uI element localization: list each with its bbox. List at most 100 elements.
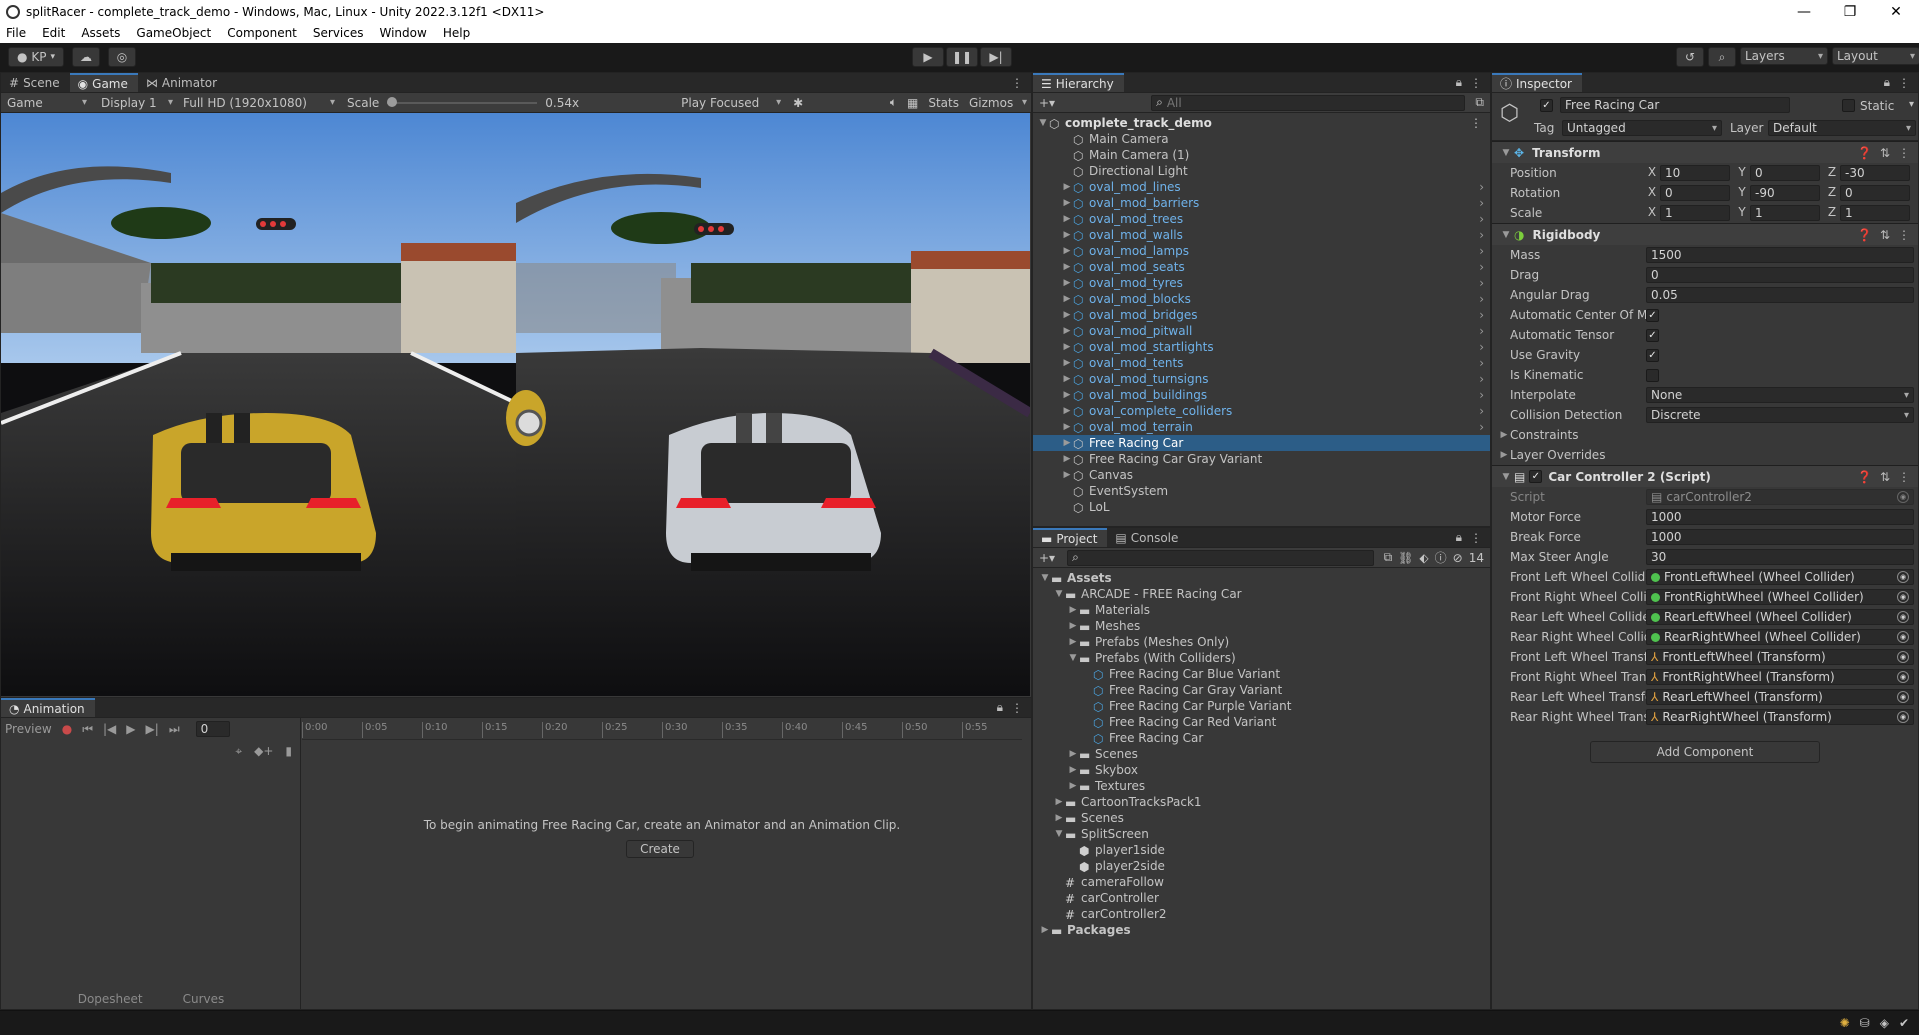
game-viewport[interactable] xyxy=(1,113,1030,696)
fold-closed-icon[interactable]: ▶ xyxy=(1061,374,1073,384)
resolution-dropdown[interactable]: Full HD (1920x1080) xyxy=(179,94,339,112)
fold-closed-icon[interactable]: ▶ xyxy=(1061,358,1073,368)
wheel-object-field[interactable]: RearRightWheel (Wheel Collider) ◉ xyxy=(1646,629,1914,645)
preset-icon[interactable]: ⇅ xyxy=(1880,470,1890,484)
display-dropdown[interactable]: Display 1 xyxy=(97,94,177,112)
record-icon[interactable]: ● xyxy=(62,722,72,736)
add-component-button[interactable]: Add Component xyxy=(1590,741,1820,763)
fold-closed-icon[interactable]: ▶ xyxy=(1061,390,1073,400)
fold-closed-icon[interactable]: ▶ xyxy=(1061,326,1073,336)
project-item[interactable]: # carController2 xyxy=(1033,906,1490,922)
hierarchy-item[interactable]: ▶ ⬡ oval_mod_tents › xyxy=(1033,355,1490,371)
project-item[interactable]: ▼ ▬ Assets xyxy=(1033,570,1490,586)
auto-tensor-checkbox[interactable]: ✓ xyxy=(1646,328,1659,342)
project-item[interactable]: ▼ ▬ ARCADE - FREE Racing Car xyxy=(1033,586,1490,602)
hierarchy-item[interactable]: ⬡ Directional Light xyxy=(1033,163,1490,179)
wheel-object-field[interactable]: ⅄ FrontLeftWheel (Transform) ◉ xyxy=(1646,649,1914,665)
layers-dropdown[interactable]: Layers xyxy=(1740,47,1828,65)
add-icon[interactable]: +▾ xyxy=(1039,551,1055,565)
scene-row[interactable]: ▼ ⬡ complete_track_demo ⋮ xyxy=(1033,115,1490,131)
chevron-right-icon[interactable]: › xyxy=(1479,372,1484,386)
scale-x-input[interactable]: 1 xyxy=(1660,205,1730,221)
project-item[interactable]: ▶ ▬ CartoonTracksPack1 xyxy=(1033,794,1490,810)
hierarchy-item[interactable]: ▶ ⬡ oval_mod_barriers › xyxy=(1033,195,1490,211)
hidden-packages-icon[interactable]: ⊘ xyxy=(1453,551,1463,565)
object-picker-icon[interactable]: ◉ xyxy=(1897,611,1909,623)
project-item[interactable]: ▶ ▬ Packages xyxy=(1033,922,1490,938)
tag-icon[interactable]: ⬖ xyxy=(1419,551,1428,565)
project-item[interactable]: ▼ ▬ SplitScreen xyxy=(1033,826,1490,842)
grid-view-icon[interactable]: ▦ xyxy=(907,96,918,110)
object-picker-icon[interactable]: ◉ xyxy=(1897,651,1909,663)
rotation-y-input[interactable]: -90 xyxy=(1750,185,1820,201)
layer-overrides-row[interactable]: ▶ Layer Overrides xyxy=(1492,445,1918,465)
hierarchy-item[interactable]: ▶ ⬡ oval_mod_buildings › xyxy=(1033,387,1490,403)
chevron-right-icon[interactable]: › xyxy=(1479,228,1484,242)
hierarchy-item[interactable]: ▶ ⬡ Canvas xyxy=(1033,467,1490,483)
cache-server-icon[interactable]: ⛁ xyxy=(1860,1016,1870,1030)
menu-file[interactable]: File xyxy=(0,26,34,40)
lock-icon[interactable]: 🔒︎ xyxy=(1456,75,1462,90)
hierarchy-item[interactable]: ▶ ⬡ oval_mod_lines › xyxy=(1033,179,1490,195)
kebab-menu-icon[interactable]: ⋮ xyxy=(1011,701,1023,715)
kebab-menu-icon[interactable]: ⋮ xyxy=(1898,146,1910,160)
tab-game[interactable]: ◉ Game xyxy=(69,73,138,92)
chevron-right-icon[interactable]: › xyxy=(1479,292,1484,306)
static-checkbox[interactable] xyxy=(1842,99,1855,112)
timeline-ruler[interactable]: 0:00 0:05 0:10 0:15 0:20 0:25 0:30 0:35 0:40 0:45… xyxy=(302,718,1022,740)
menu-assets[interactable]: Assets xyxy=(73,26,128,40)
fold-closed-icon[interactable]: ▶ xyxy=(1061,182,1073,192)
search-by-label-icon[interactable]: ⛓ xyxy=(1398,551,1413,565)
project-item[interactable]: ▶ ▬ Prefabs (Meshes Only) xyxy=(1033,634,1490,650)
layer-dropdown[interactable]: Default xyxy=(1768,120,1916,136)
auto-com-checkbox[interactable]: ✓ xyxy=(1646,308,1659,322)
hierarchy-item[interactable]: ⬡ EventSystem xyxy=(1033,483,1490,499)
fold-closed-icon[interactable]: ▶ xyxy=(1061,294,1073,304)
hierarchy-item[interactable]: ▶ ⬡ oval_mod_terrain › xyxy=(1033,419,1490,435)
close-icon[interactable]: ✕ xyxy=(1873,4,1919,20)
project-item[interactable]: ▶ ▬ Scenes xyxy=(1033,810,1490,826)
minimize-icon[interactable]: — xyxy=(1781,4,1827,20)
first-key-icon[interactable]: ⏮ xyxy=(82,722,93,737)
fold-closed-icon[interactable]: ▶ xyxy=(1061,198,1073,208)
fold-open-icon[interactable]: ▼ xyxy=(1053,829,1065,839)
car-controller-header[interactable]: ▼ ▤ ✓ Car Controller 2 (Script) ❓ ⇅ ⋮ xyxy=(1492,465,1918,487)
drag-input[interactable]: 0 xyxy=(1646,267,1914,283)
fold-closed-icon[interactable]: ▶ xyxy=(1061,342,1073,352)
fold-open-icon[interactable]: ▼ xyxy=(1500,148,1512,158)
object-picker-icon[interactable]: ◉ xyxy=(1897,711,1909,723)
fold-open-icon[interactable]: ▼ xyxy=(1037,118,1049,128)
preset-icon[interactable]: ⇅ xyxy=(1880,146,1890,160)
help-icon[interactable]: ❓ xyxy=(1857,470,1872,484)
chevron-right-icon[interactable]: › xyxy=(1479,388,1484,402)
frame-input[interactable]: 0 xyxy=(195,721,230,737)
fold-closed-icon[interactable]: ▶ xyxy=(1061,310,1073,320)
project-item[interactable]: ▶ ▬ Skybox xyxy=(1033,762,1490,778)
preset-icon[interactable]: ⇅ xyxy=(1880,228,1890,242)
menu-edit[interactable]: Edit xyxy=(34,26,73,40)
fold-closed-icon[interactable]: ▶ xyxy=(1061,454,1073,464)
project-item[interactable]: ▼ ▬ Prefabs (With Colliders) xyxy=(1033,650,1490,666)
object-picker-icon[interactable]: ◉ xyxy=(1897,571,1909,583)
kebab-menu-icon[interactable]: ⋮ xyxy=(1470,116,1482,130)
hierarchy-search-input[interactable]: ⌕ All xyxy=(1151,94,1466,111)
maximize-icon[interactable]: ❐ xyxy=(1827,4,1873,20)
hierarchy-item[interactable]: ▶ ⬡ oval_mod_bridges › xyxy=(1033,307,1490,323)
hierarchy-item[interactable]: ▶ ⬡ oval_mod_blocks › xyxy=(1033,291,1490,307)
fold-open-icon[interactable]: ▼ xyxy=(1500,472,1512,482)
tab-animator[interactable]: ⋈ Animator xyxy=(138,73,227,92)
scale-slider-thumb[interactable] xyxy=(387,96,398,107)
break-force-input[interactable]: 1000 xyxy=(1646,529,1914,545)
transform-header[interactable]: ▼ ✥ Transform ❓ ⇅ ⋮ xyxy=(1492,141,1918,163)
chevron-right-icon[interactable]: › xyxy=(1479,180,1484,194)
fold-closed-icon[interactable]: ▶ xyxy=(1067,765,1079,775)
fold-closed-icon[interactable]: ▶ xyxy=(1067,621,1079,631)
hierarchy-item[interactable]: ▶ ⬡ oval_mod_walls › xyxy=(1033,227,1490,243)
stats-button[interactable]: Stats xyxy=(928,96,959,110)
scale-slider[interactable] xyxy=(387,96,538,110)
wheel-object-field[interactable]: FrontLeftWheel (Wheel Collider) ◉ xyxy=(1646,569,1914,585)
rotation-x-input[interactable]: 0 xyxy=(1660,185,1730,201)
wheel-object-field[interactable]: ⅄ RearLeftWheel (Transform) ◉ xyxy=(1646,689,1914,705)
hierarchy-item[interactable]: ▶ ⬡ oval_complete_colliders › xyxy=(1033,403,1490,419)
add-keyframe-icon[interactable]: ◆+ xyxy=(254,744,273,758)
